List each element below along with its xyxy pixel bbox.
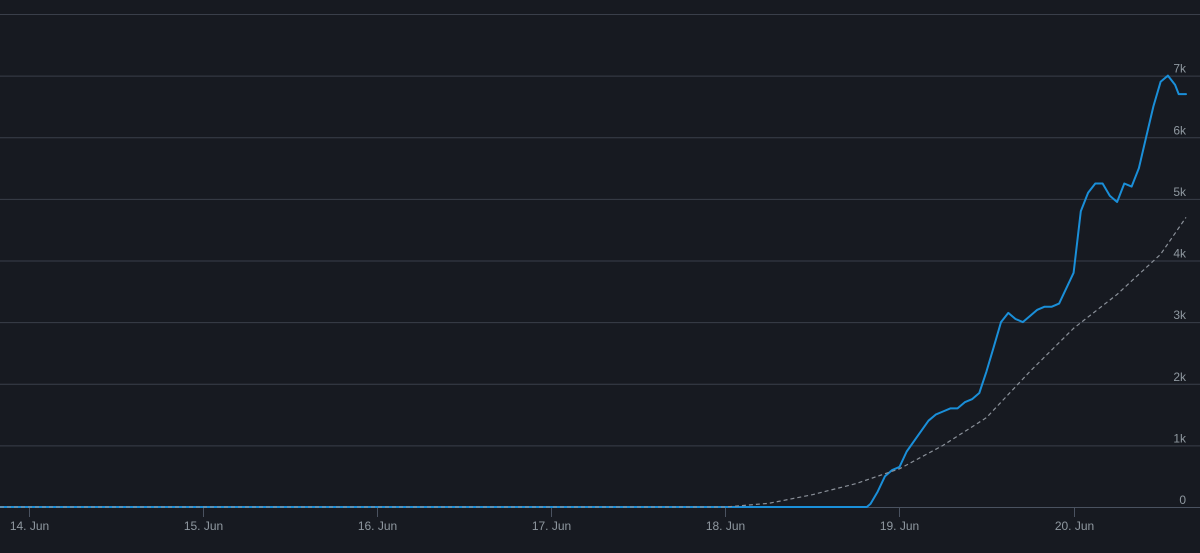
line-chart: 14. Jun 15. Jun 16. Jun 17. Jun 18. Jun 19. J… [0, 14, 1200, 533]
x-tick-label: 19. Jun [880, 519, 919, 533]
x-tick-label: 15. Jun [184, 519, 223, 533]
main-series-line [0, 74, 1187, 508]
x-tick-label: 17. Jun [532, 519, 571, 533]
x-tick-label: 16. Jun [358, 519, 397, 533]
y-tick-label: 7k [1173, 62, 1187, 76]
x-tick-label: 14. Jun [10, 519, 49, 533]
x-axis: 14. Jun 15. Jun 16. Jun 17. Jun 18. Jun 19. J… [0, 507, 1200, 533]
y-tick-label: 3k [1173, 308, 1187, 322]
y-axis-labels: 0 1k 2k 3k 4k 5k 6k 7k [1173, 62, 1187, 507]
x-tick-label: 18. Jun [706, 519, 745, 533]
x-tick-label: 20. Jun [1055, 519, 1094, 533]
series-group [0, 74, 1187, 508]
y-tick-label: 6k [1173, 123, 1187, 137]
gridlines [0, 14, 1200, 447]
y-tick-label: 4k [1173, 247, 1187, 261]
y-tick-label: 5k [1173, 185, 1187, 199]
y-tick-label: 2k [1173, 370, 1187, 384]
y-tick-label: 0 [1179, 493, 1186, 507]
y-tick-label: 1k [1173, 431, 1187, 445]
